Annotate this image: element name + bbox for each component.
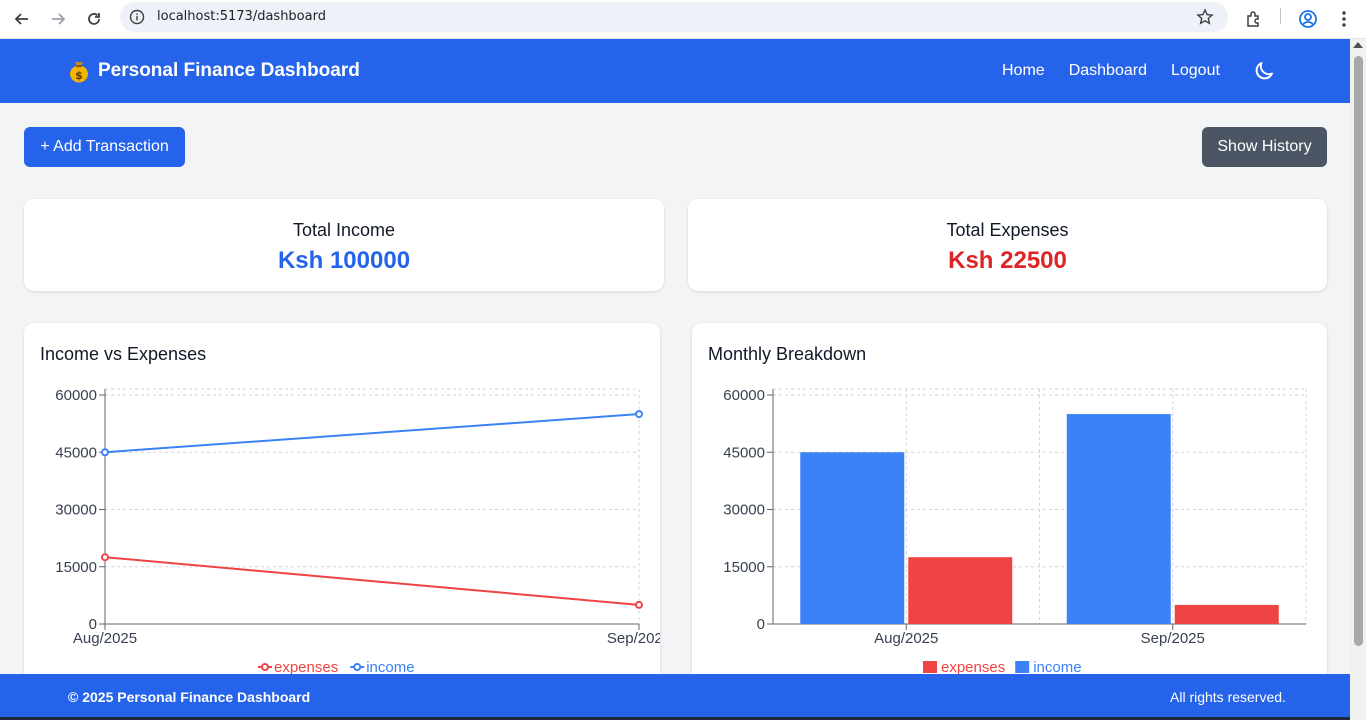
income-vs-expenses-line-chart: 015000300004500060000Aug/2025Sep/2025exp… <box>55 387 660 674</box>
legend-label-expenses: expenses <box>941 659 1005 674</box>
legend-label-income: income <box>1033 659 1081 674</box>
monthly-breakdown-card: Monthly Breakdown 0 15000 30000 45000 60000 A… <box>692 323 1327 703</box>
series-line-expenses <box>104 556 640 606</box>
bar-income <box>1066 414 1171 624</box>
bar-income <box>800 452 905 624</box>
total-expenses-label: Total Expenses <box>946 220 1069 240</box>
data-point-income <box>101 448 109 457</box>
legend-swatch-expenses <box>923 661 937 673</box>
svg-text:$: $ <box>75 69 83 82</box>
theme-toggle-moon-icon[interactable] <box>1252 59 1276 83</box>
footer-rights: All rights reserved. <box>1170 689 1286 705</box>
extensions-icon[interactable] <box>1240 5 1268 33</box>
total-income-card: Total Income Ksh 100000 <box>24 199 664 291</box>
show-history-button[interactable]: Show History <box>1202 127 1327 167</box>
money-bag-icon: $ <box>68 59 90 83</box>
address-bar[interactable]: localhost:5173/dashboard <box>120 2 1228 32</box>
nav-home[interactable]: Home <box>1002 62 1045 80</box>
legend-label-income: income <box>366 659 414 674</box>
x-tick-label: Sep/2025 <box>607 630 660 647</box>
y-tick-label: 60000 <box>723 387 765 404</box>
reload-icon[interactable] <box>80 5 108 33</box>
series-line-income <box>104 413 640 454</box>
footer-copyright: © 2025 Personal Finance Dashboard <box>68 689 311 705</box>
brand[interactable]: $ Personal Finance Dashboard <box>68 59 360 83</box>
y-tick-label: 60000 <box>55 387 97 404</box>
x-tick-label: Aug/2025 <box>73 630 137 647</box>
scrollbar-thumb[interactable] <box>1354 56 1363 646</box>
y-tick-label: 15000 <box>55 559 97 576</box>
y-tick-label: 30000 <box>55 502 97 519</box>
nav-dashboard[interactable]: Dashboard <box>1069 62 1147 80</box>
total-income-label: Total Income <box>292 220 396 240</box>
scroll-up-arrow-icon[interactable] <box>1353 42 1363 48</box>
legend-marker-expenses <box>261 663 269 671</box>
legend-swatch-income <box>1015 661 1030 673</box>
x-tick-label: Sep/2025 <box>1141 630 1205 647</box>
y-tick-label: 45000 <box>55 444 97 461</box>
legend-marker-income <box>353 663 362 671</box>
browser-menu-icon[interactable] <box>1330 5 1358 33</box>
site-info-icon[interactable] <box>128 8 146 26</box>
data-point-expenses <box>101 553 109 562</box>
monthly-breakdown-bar-chart: 0 15000 30000 45000 60000 Aug/2025 Sep/2025 exp… <box>723 387 1307 674</box>
main-nav: Home Dashboard Logout <box>1002 62 1220 80</box>
data-point-income <box>635 410 643 419</box>
back-icon[interactable] <box>8 5 36 33</box>
x-tick-label: Aug/2025 <box>874 630 938 647</box>
income-vs-expenses-card: Income vs Expenses 0 15000 30000 45000 60000… <box>24 323 660 703</box>
y-tick-label: 15000 <box>723 559 765 576</box>
y-tick-label: 45000 <box>723 444 765 461</box>
y-tick-label: 0 <box>757 616 765 633</box>
nav-logout[interactable]: Logout <box>1171 62 1220 80</box>
legend-label-expenses: expenses <box>274 659 338 674</box>
y-tick-label: 30000 <box>723 502 765 519</box>
bookmark-star-icon[interactable] <box>1196 8 1214 26</box>
profile-icon[interactable] <box>1294 5 1322 33</box>
total-income-value: Ksh 100000 <box>277 247 411 274</box>
total-expenses-value: Ksh 22500 <box>948 247 1067 274</box>
toolbar-separator <box>1280 8 1281 24</box>
bar-expenses <box>1174 604 1279 624</box>
browser-toolbar: localhost:5173/dashboard <box>0 0 1366 39</box>
total-expenses-card: Total Expenses Ksh 22500 <box>688 199 1327 291</box>
url-text: localhost:5173/dashboard <box>157 9 326 24</box>
bar-expenses <box>908 557 1013 624</box>
data-point-expenses <box>635 600 643 609</box>
add-transaction-button[interactable]: + Add Transaction <box>24 127 185 167</box>
app-title: Personal Finance Dashboard <box>98 60 360 81</box>
app-footer: © 2025 Personal Finance Dashboard All ri… <box>0 674 1350 720</box>
forward-icon[interactable] <box>44 5 72 33</box>
app-header: $ Personal Finance Dashboard Home Dashbo… <box>0 39 1350 103</box>
